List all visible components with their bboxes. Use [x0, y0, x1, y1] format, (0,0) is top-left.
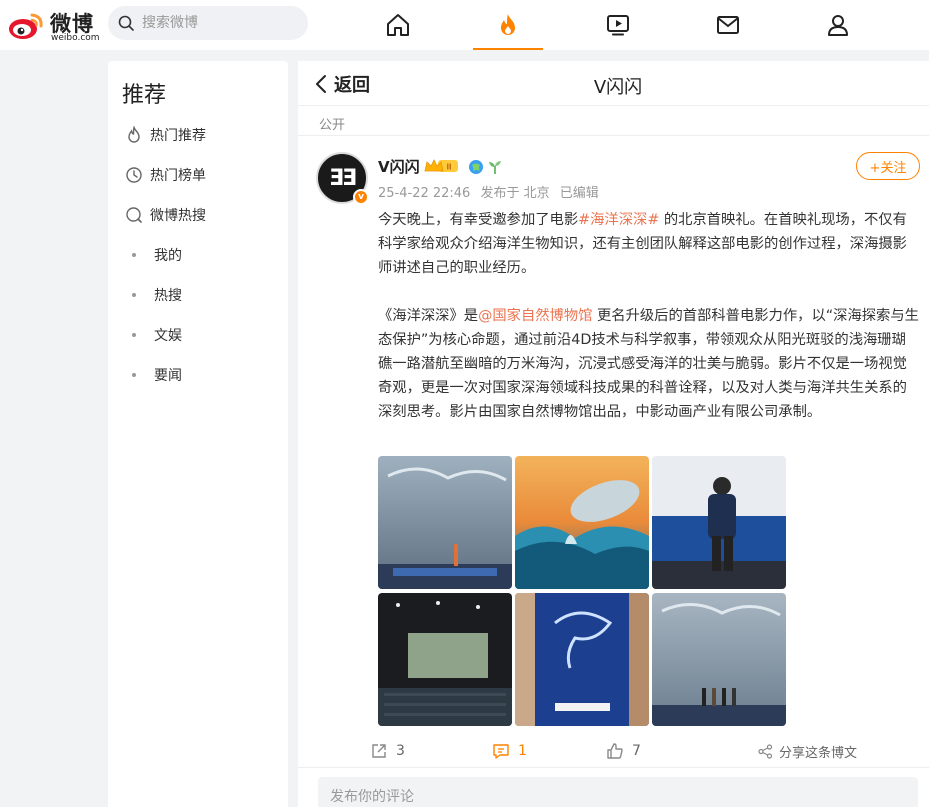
text-span: 《海洋深深》是 — [378, 308, 479, 324]
divider — [298, 767, 929, 768]
post-image[interactable] — [515, 456, 649, 589]
post-paragraph: 《海洋深深》是@国家自然博物馆 更名升级后的首部科普电影力作，以“深海探索与生态… — [378, 304, 920, 424]
share-icon — [758, 743, 773, 759]
repost-icon — [372, 744, 386, 758]
topic-link[interactable]: #海洋深深# — [578, 212, 659, 228]
post-body: 今天晚上，有幸受邀参加了电影#海洋深深# 的北京首映礼。在首映礼现场，不仅有科学… — [378, 208, 920, 448]
edited-label[interactable]: 已编辑 — [560, 186, 599, 201]
sidebar-item-label: 微博热搜 — [150, 208, 206, 224]
search-icon — [118, 15, 134, 31]
post-image[interactable] — [515, 593, 649, 726]
bullet-dot — [132, 253, 136, 257]
sidebar-item-hot-search[interactable]: 微博热搜 — [124, 203, 206, 227]
comment-count: 1 — [518, 743, 527, 759]
bullet-dot — [132, 373, 136, 377]
post-image[interactable] — [652, 593, 786, 726]
flame-outline-icon — [124, 125, 144, 145]
post-image[interactable] — [378, 456, 512, 589]
sidebar-item-news[interactable]: 要闻 — [124, 363, 182, 387]
search-circle-icon — [124, 205, 144, 225]
sidebar-title: 推荐 — [122, 83, 167, 108]
like-count: 7 — [632, 743, 641, 759]
text-span: 更名升级后的首部科普电影力作，以“深海探索与生态保护”为核心命题，通过前沿4D技… — [378, 308, 919, 420]
globe-badge-icon — [469, 160, 483, 174]
nav-home[interactable] — [363, 0, 433, 50]
nav-video[interactable] — [583, 0, 653, 50]
nav-message[interactable] — [693, 0, 763, 50]
sidebar-item-label: 文娱 — [154, 328, 182, 344]
sidebar-item-hot-recommend[interactable]: 热门推荐 — [124, 123, 206, 147]
sidebar-item-label: 要闻 — [154, 368, 182, 384]
post-detail-card: 返回 V闪闪 公开 ƎƎ v V闪闪 Ⅲ 25-4-22 22:46 发布于 北… — [298, 61, 929, 807]
post-actions: 3 1 7 分享这条博文 — [298, 736, 929, 766]
share-button[interactable]: 分享这条博文 — [758, 736, 857, 766]
repost-button[interactable]: 3 — [370, 736, 405, 766]
post-time[interactable]: 25-4-22 22:46 — [378, 186, 470, 201]
message-icon — [717, 16, 739, 34]
sidebar-item-label: 热门推荐 — [150, 128, 206, 144]
comment-button[interactable]: 1 — [492, 736, 527, 766]
comment-input[interactable] — [330, 785, 890, 807]
clock-icon — [124, 165, 144, 185]
left-sidebar: 推荐 热门推荐 热门榜单 微博热搜 我的 热搜 文娱 要闻 — [108, 61, 288, 807]
verified-badge: v — [353, 189, 369, 205]
post-paragraph: 今天晚上，有幸受邀参加了电影#海洋深深# 的北京首映礼。在首映礼现场，不仅有科学… — [378, 208, 920, 280]
text-span: 今天晚上，有幸受邀参加了电影 — [378, 212, 579, 228]
repost-count: 3 — [396, 743, 405, 759]
bullet-dot — [132, 293, 136, 297]
visibility-label: 公开 — [319, 118, 346, 133]
nav-profile[interactable] — [803, 0, 873, 50]
video-icon — [607, 15, 629, 36]
sidebar-item-hot-list[interactable]: 热门榜单 — [124, 163, 206, 187]
follow-button[interactable]: +关注 — [856, 152, 920, 180]
search-input[interactable] — [142, 12, 292, 34]
svg-text:Ⅲ: Ⅲ — [446, 163, 452, 172]
sprout-icon — [489, 161, 501, 174]
home-icon — [387, 14, 409, 36]
divider — [298, 135, 929, 136]
like-button[interactable]: 7 — [606, 736, 641, 766]
page-title: V闪闪 — [593, 77, 643, 98]
nav-hot[interactable] — [473, 0, 543, 50]
sidebar-item-trending[interactable]: 热搜 — [124, 283, 182, 307]
top-bar: 微博 weibo.com — [0, 0, 929, 50]
profile-icon — [828, 15, 848, 36]
sidebar-item-mine[interactable]: 我的 — [124, 243, 182, 267]
sidebar-item-label: 热门榜单 — [150, 168, 206, 184]
comment-box[interactable] — [318, 777, 918, 807]
author-name[interactable]: V闪闪 — [378, 156, 420, 177]
post-meta: 25-4-22 22:46 发布于 北京 已编辑 — [378, 182, 605, 201]
post-image[interactable] — [652, 456, 786, 589]
search-box[interactable] — [108, 6, 308, 40]
share-label: 分享这条博文 — [779, 745, 858, 761]
weibo-eye-icon — [9, 13, 43, 39]
bullet-dot — [132, 333, 136, 337]
comment-icon — [493, 744, 509, 759]
sidebar-item-entertainment[interactable]: 文娱 — [124, 323, 182, 347]
mention-link[interactable]: @国家自然博物馆 — [478, 308, 592, 324]
post-image[interactable] — [378, 593, 512, 726]
hot-flame-icon — [501, 14, 515, 35]
image-grid — [378, 456, 786, 726]
vip-crown-icon: Ⅲ — [424, 159, 458, 172]
thumbs-up-icon — [607, 743, 623, 759]
sidebar-item-label: 我的 — [154, 248, 182, 264]
post-location: 发布于 北京 — [480, 186, 550, 201]
weibo-logo[interactable]: 微博 weibo.com — [8, 6, 100, 44]
divider — [298, 105, 929, 106]
sidebar-item-label: 热搜 — [154, 288, 182, 304]
logo-domain: weibo.com — [51, 33, 100, 43]
